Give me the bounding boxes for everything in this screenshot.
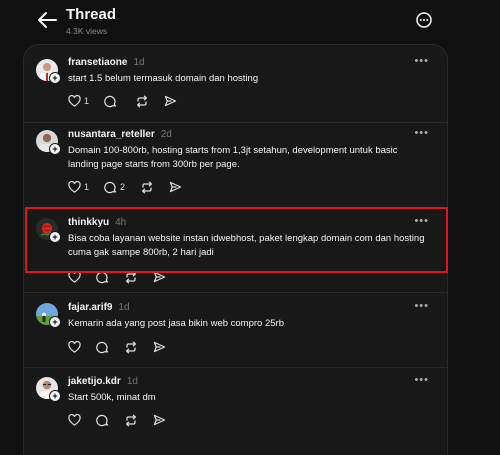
- view-count: 4.3K views: [66, 26, 108, 36]
- post-actions: [68, 339, 181, 355]
- heart-icon: [68, 95, 81, 107]
- post-time: 2d: [160, 129, 172, 140]
- username[interactable]: nusantara_reteller 2d: [68, 129, 172, 140]
- follow-plus-icon[interactable]: +: [49, 316, 61, 328]
- follow-plus-icon[interactable]: +: [49, 390, 61, 402]
- post-text: Start 500k, minat dm: [68, 392, 156, 403]
- more-circle-icon: [416, 12, 432, 28]
- reply-button[interactable]: 2: [104, 181, 125, 194]
- comment-icon: [96, 271, 109, 283]
- post-more-icon[interactable]: •••: [414, 300, 429, 312]
- post-more-icon[interactable]: •••: [414, 374, 429, 386]
- repost-button[interactable]: [140, 181, 154, 194]
- username[interactable]: fransetiaone 1d: [68, 57, 145, 68]
- heart-icon: [68, 341, 81, 353]
- post-time: 1d: [126, 376, 138, 387]
- follow-plus-icon[interactable]: +: [49, 72, 61, 84]
- top-bar: Thread 4.3K views: [0, 0, 500, 42]
- avatar[interactable]: +: [36, 59, 61, 84]
- post-text: Bisa coba layanan website instan idwebho…: [68, 233, 425, 258]
- reply-count: 2: [120, 182, 126, 192]
- heart-icon: [68, 271, 81, 283]
- post-text: start 1.5 belum termasuk domain dan host…: [68, 73, 259, 84]
- back-button[interactable]: [36, 10, 58, 30]
- reply-post: + jaketijo.kdr 1d ••• Start 500k, minat d…: [24, 368, 447, 455]
- repost-icon: [142, 181, 152, 193]
- username[interactable]: thinkkyu 4h: [68, 217, 126, 228]
- send-icon: [169, 181, 182, 193]
- like-button[interactable]: 1: [68, 181, 89, 193]
- post-actions: 1: [68, 93, 192, 109]
- like-button[interactable]: [68, 341, 81, 353]
- comment-icon: [96, 414, 109, 426]
- post-actions: [68, 412, 181, 428]
- post-text: Domain 100-800rb, hosting starts from 1,…: [68, 145, 398, 170]
- repost-button[interactable]: [124, 414, 138, 427]
- more-options-button[interactable]: [414, 10, 434, 30]
- share-button[interactable]: [153, 341, 166, 353]
- share-button[interactable]: [153, 414, 166, 426]
- post-more-icon[interactable]: •••: [414, 215, 429, 227]
- reply-post: + thinkkyu 4h ••• Bisa coba layanan websi…: [24, 209, 447, 293]
- comment-icon: [104, 181, 117, 193]
- send-icon: [164, 95, 177, 107]
- post-time: 1d: [118, 302, 130, 313]
- like-count: 1: [84, 96, 90, 106]
- repost-icon: [126, 341, 136, 353]
- post-actions: 1 2: [68, 179, 197, 195]
- comment-icon: [96, 341, 109, 353]
- post-time: 1d: [133, 57, 145, 68]
- like-button[interactable]: 1: [68, 95, 89, 107]
- page-title: Thread: [66, 6, 117, 23]
- heart-icon: [68, 181, 81, 193]
- heart-icon: [68, 414, 81, 426]
- avatar[interactable]: +: [36, 303, 61, 328]
- reply-post: + fajar.arif9 1d ••• Kemarin ada yang pos…: [24, 293, 447, 368]
- arrow-left-icon: [38, 12, 57, 28]
- repost-icon: [126, 414, 136, 426]
- reply-post: + fransetiaone 1d ••• start 1.5 belum ter…: [24, 45, 447, 123]
- thread-panel: + fransetiaone 1d ••• start 1.5 belum ter…: [23, 44, 448, 455]
- repost-button[interactable]: [135, 95, 149, 108]
- repost-button[interactable]: [124, 341, 138, 354]
- share-button[interactable]: [169, 181, 182, 193]
- post-text: Kemarin ada yang post jasa bikin web com…: [68, 318, 284, 329]
- comment-icon: [104, 95, 117, 107]
- share-button[interactable]: [164, 95, 177, 107]
- avatar[interactable]: +: [36, 218, 61, 243]
- reply-button[interactable]: [104, 95, 120, 108]
- reply-button[interactable]: [96, 341, 109, 354]
- reply-button[interactable]: [96, 271, 109, 284]
- username[interactable]: fajar.arif9 1d: [68, 302, 130, 313]
- like-button[interactable]: [68, 271, 81, 283]
- repost-icon: [137, 95, 147, 107]
- send-icon: [153, 341, 166, 353]
- post-time: 4h: [115, 217, 127, 228]
- post-more-icon[interactable]: •••: [414, 55, 429, 67]
- post-more-icon[interactable]: •••: [414, 127, 429, 139]
- reply-button[interactable]: [96, 414, 109, 427]
- repost-button[interactable]: [124, 271, 138, 284]
- username[interactable]: jaketijo.kdr 1d: [68, 376, 138, 387]
- post-actions: [68, 269, 181, 285]
- avatar[interactable]: +: [36, 377, 61, 402]
- follow-plus-icon[interactable]: +: [49, 231, 61, 243]
- send-icon: [153, 271, 166, 283]
- like-count: 1: [84, 182, 90, 192]
- send-icon: [153, 414, 166, 426]
- reply-post: + nusantara_reteller 2d ••• Domain 100-80…: [24, 123, 447, 209]
- repost-icon: [126, 271, 136, 283]
- share-button[interactable]: [153, 271, 166, 283]
- avatar[interactable]: +: [36, 130, 61, 155]
- like-button[interactable]: [68, 414, 81, 426]
- follow-plus-icon[interactable]: +: [49, 143, 61, 155]
